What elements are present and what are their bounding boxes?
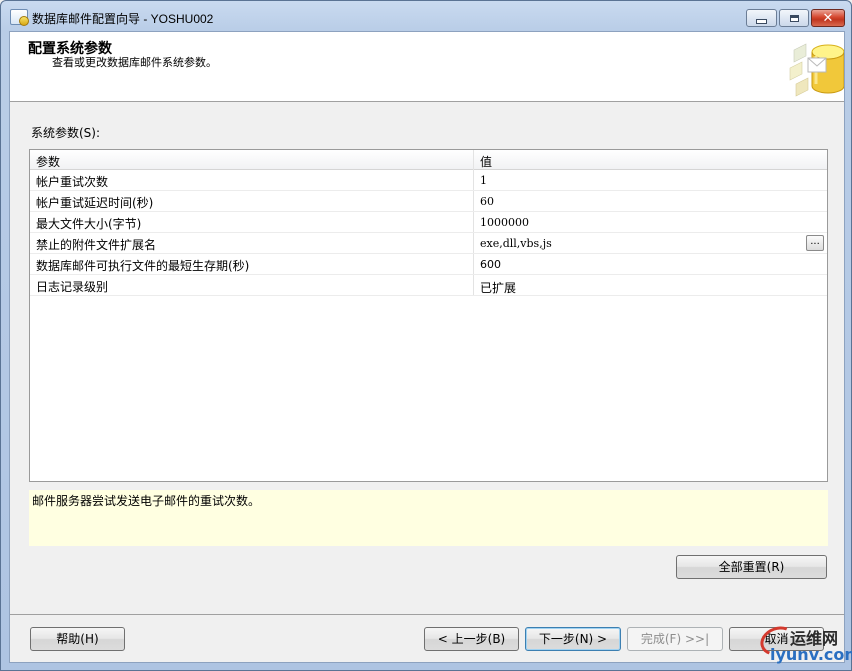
grid-row[interactable]: 最大文件大小(字节) 1000000 [30, 212, 827, 233]
maximize-icon [789, 14, 799, 22]
column-header-parameter[interactable]: 参数 [36, 153, 60, 170]
wizard-client-area: 配置系统参数 查看或更改数据库邮件系统参数。 系统参数(S): 参数 值 帐户重… [9, 31, 845, 663]
watermark-en-text: iyunv.com [770, 645, 852, 664]
site-watermark: 运维网 iyunv.com [756, 621, 852, 669]
window-title: 数据库邮件配置向导 - YOSHU002 [32, 12, 214, 26]
parameter-value[interactable]: 1 [480, 174, 487, 187]
finish-label: 完成(F) >>| [640, 632, 710, 646]
parameter-value[interactable]: 600 [480, 258, 501, 271]
grid-row[interactable]: 帐户重试延迟时间(秒) 60 [30, 191, 827, 212]
minimize-button[interactable] [746, 9, 777, 27]
finish-button[interactable]: 完成(F) >>| [627, 627, 723, 651]
parameter-value[interactable]: 1000000 [480, 216, 529, 229]
parameter-description: 邮件服务器尝试发送电子邮件的重试次数。 [29, 490, 828, 546]
column-header-value[interactable]: 值 [480, 153, 492, 170]
grid-row[interactable]: 禁止的附件文件扩展名 exe,dll,vbs,js ... [30, 233, 827, 254]
database-mail-app-icon [10, 9, 29, 26]
grid-row[interactable]: 数据库邮件可执行文件的最短生存期(秒) 600 [30, 254, 827, 275]
wizard-header: 配置系统参数 查看或更改数据库邮件系统参数。 [10, 32, 844, 102]
parameter-value[interactable]: exe,dll,vbs,js [480, 237, 552, 250]
close-button[interactable]: ✕ [811, 9, 845, 27]
reset-all-label: 全部重置(R) [718, 560, 785, 574]
reset-all-button[interactable]: 全部重置(R) [676, 555, 827, 579]
parameter-name: 最大文件大小(字节) [36, 217, 142, 231]
page-subtitle: 查看或更改数据库邮件系统参数。 [52, 56, 217, 69]
parameter-name: 帐户重试延迟时间(秒) [36, 196, 154, 210]
parameter-name: 禁止的附件文件扩展名 [36, 238, 157, 252]
parameter-name: 帐户重试次数 [36, 175, 109, 189]
minimize-icon [756, 18, 767, 24]
close-icon: ✕ [822, 10, 834, 26]
database-cylinder-icon [786, 38, 844, 98]
parameter-name: 数据库邮件可执行文件的最短生存期(秒) [36, 259, 250, 273]
back-label: < 上一步(B) [437, 632, 506, 646]
next-label: 下一步(N) > [538, 632, 608, 646]
parameter-value[interactable]: 60 [480, 195, 494, 208]
system-parameters-label: 系统参数(S): [31, 126, 101, 140]
system-parameters-grid[interactable]: 参数 值 帐户重试次数 1 帐户重试延迟时间(秒) 60 最大文件大小(字节) … [29, 149, 828, 482]
grid-row[interactable]: 日志记录级别 已扩展 [30, 275, 827, 296]
footer-separator [10, 614, 844, 615]
edit-extensions-button[interactable]: ... [806, 235, 824, 251]
parameter-name: 日志记录级别 [36, 280, 109, 294]
help-button[interactable]: 帮助(H) [30, 627, 125, 651]
parameter-value[interactable]: 已扩展 [480, 279, 516, 296]
grid-row[interactable]: 帐户重试次数 1 [30, 170, 827, 191]
maximize-button[interactable] [779, 9, 809, 27]
grid-header: 参数 值 [30, 150, 827, 170]
next-button[interactable]: 下一步(N) > [525, 627, 621, 651]
window-frame: 数据库邮件配置向导 - YOSHU002 ✕ 配置系统参数 查看或更改数据库邮件… [0, 0, 852, 671]
back-button[interactable]: < 上一步(B) [424, 627, 519, 651]
title-bar[interactable]: 数据库邮件配置向导 - YOSHU002 ✕ [1, 1, 852, 31]
help-label: 帮助(H) [56, 632, 99, 646]
